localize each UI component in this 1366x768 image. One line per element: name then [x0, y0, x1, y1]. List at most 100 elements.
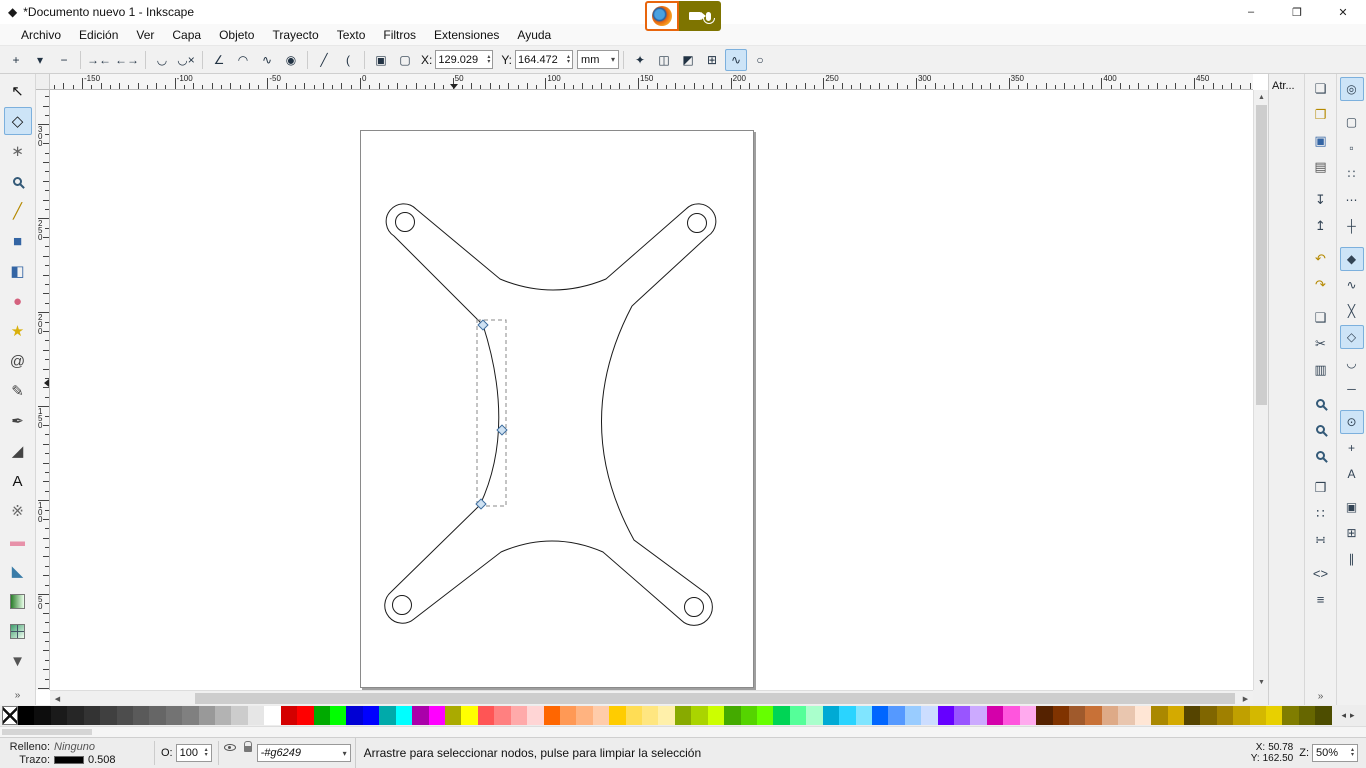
show-bezier-handles[interactable]: ∿: [725, 48, 748, 71]
palette-swatch-7[interactable]: [132, 706, 150, 725]
palette-swatch-6[interactable]: [116, 706, 133, 725]
palette-left-arrow[interactable]: ◂: [1341, 710, 1346, 721]
palette-swatch-21[interactable]: [362, 706, 380, 725]
layer-selector[interactable]: -#g6249 ▾: [256, 744, 351, 762]
palette-swatch-59[interactable]: [986, 706, 1004, 725]
palette-scroll-thumb[interactable]: [2, 729, 92, 735]
text-tool[interactable]: A: [4, 467, 32, 495]
minimize-button[interactable]: –: [1228, 0, 1274, 24]
unlink-clone[interactable]: ∺: [1309, 528, 1333, 552]
unit-selector[interactable]: mm ▾: [577, 50, 620, 69]
palette-swatch-9[interactable]: [165, 706, 183, 725]
menu-capa[interactable]: Capa: [163, 24, 210, 45]
firefox-button[interactable]: [645, 1, 679, 31]
rectangle-tool[interactable]: ■: [4, 227, 32, 255]
bracket-hole[interactable]: [395, 212, 415, 232]
opacity-spinner[interactable]: ▴ ▾: [205, 747, 208, 758]
palette-swatch-3[interactable]: [67, 706, 84, 725]
palette-swatch-40[interactable]: [674, 706, 692, 725]
pencil-tool[interactable]: ✎: [4, 377, 32, 405]
palette-swatch-25[interactable]: [428, 706, 445, 725]
next-lpe-param[interactable]: ✦: [629, 49, 651, 71]
palette-swatch-43[interactable]: [724, 706, 741, 725]
snap-cusp-nodes[interactable]: ◇: [1339, 325, 1364, 349]
node-selection-overlay[interactable]: [475, 319, 508, 510]
dropper-tool[interactable]: ▼: [4, 647, 32, 675]
tweak-tool[interactable]: ∗: [4, 137, 32, 165]
palette-swatch-17[interactable]: [297, 706, 314, 725]
undo[interactable]: ↶: [1309, 247, 1333, 271]
palette-swatch-75[interactable]: [1249, 706, 1267, 725]
menu-ver[interactable]: Ver: [127, 24, 163, 45]
palette-swatch-60[interactable]: [1003, 706, 1020, 725]
snap-text-baseline[interactable]: A: [1340, 462, 1364, 486]
palette-swatch-31[interactable]: [527, 706, 544, 725]
palette-swatch-58[interactable]: [970, 706, 987, 725]
canvas[interactable]: [50, 90, 1253, 690]
vertical-scrollbar[interactable]: ▲ ▼: [1253, 90, 1268, 690]
palette-swatch-57[interactable]: [954, 706, 971, 725]
palette-swatch-38[interactable]: [642, 706, 659, 725]
palette-swatch-37[interactable]: [625, 706, 643, 725]
palette-swatch-55[interactable]: [921, 706, 938, 725]
segment-to-line[interactable]: ╱: [313, 49, 335, 71]
menu-objeto[interactable]: Objeto: [210, 24, 263, 45]
palette-swatch-13[interactable]: [231, 706, 248, 725]
palette-swatch-2[interactable]: [50, 706, 68, 725]
palette-swatch-35[interactable]: [592, 706, 610, 725]
palette-swatch-65[interactable]: [1085, 706, 1102, 725]
snap-bbox-centers[interactable]: ┼: [1340, 214, 1364, 238]
palette-swatch-0[interactable]: [18, 706, 35, 725]
zoom-to-page[interactable]: [1309, 443, 1333, 467]
palette-swatch-64[interactable]: [1069, 706, 1086, 725]
palette-swatch-32[interactable]: [543, 706, 560, 725]
palette-swatch-18[interactable]: [313, 706, 331, 725]
opacity-input[interactable]: 100 ▴ ▾: [175, 744, 212, 762]
join-with-segment[interactable]: ◡: [151, 49, 173, 71]
menu-filtros[interactable]: Filtros: [374, 24, 425, 45]
snap-line-midpoints[interactable]: ─: [1340, 377, 1364, 401]
calligraphy-tool[interactable]: ◢: [4, 437, 32, 465]
palette-swatch-78[interactable]: [1298, 706, 1316, 725]
snap-toggle[interactable]: ◎: [1339, 77, 1364, 101]
snap-path-intersections[interactable]: ╳: [1340, 299, 1364, 323]
star-tool[interactable]: ★: [4, 317, 32, 345]
print-document[interactable]: ▤: [1309, 155, 1333, 179]
zoom-tool[interactable]: [4, 167, 32, 195]
palette-swatch-63[interactable]: [1052, 706, 1069, 725]
snap-guides[interactable]: ∥: [1340, 547, 1364, 571]
zoom-input[interactable]: 50% ▴ ▾: [1312, 744, 1358, 762]
horizontal-ruler[interactable]: -150 -100 -50 0 50 100 150 200 250 300 350 400 450: [50, 74, 1253, 90]
align-distribute[interactable]: ≡: [1309, 587, 1333, 611]
xml-editor[interactable]: <>: [1309, 561, 1333, 585]
palette-swatch-73[interactable]: [1216, 706, 1234, 725]
delete-segment[interactable]: ◡×: [175, 49, 197, 71]
bezier-tool[interactable]: ✒: [4, 407, 32, 435]
palette-swatch-11[interactable]: [198, 706, 216, 725]
snap-page-border[interactable]: ▣: [1340, 495, 1364, 519]
palette-swatch-12[interactable]: [215, 706, 232, 725]
save-document[interactable]: ▣: [1309, 129, 1333, 153]
palette-swatch-19[interactable]: [330, 706, 347, 725]
palette-swatch-79[interactable]: [1315, 706, 1332, 725]
snap-smooth-nodes[interactable]: ◡: [1340, 351, 1364, 375]
palette-swatch-16[interactable]: [280, 706, 298, 725]
vertical-scroll-thumb[interactable]: [1256, 105, 1267, 405]
insert-node-menu[interactable]: ▾: [29, 49, 51, 71]
palette-swatch-56[interactable]: [937, 706, 955, 725]
palette-swatch-72[interactable]: [1200, 706, 1217, 725]
layer-lock-toggle[interactable]: [239, 738, 257, 756]
bracket-hole[interactable]: [687, 213, 707, 233]
palette-swatch-70[interactable]: [1167, 706, 1184, 725]
node-tool[interactable]: ◇: [3, 107, 32, 135]
snap-bbox[interactable]: ▢: [1340, 110, 1364, 134]
snap-rotation-centers[interactable]: +: [1340, 436, 1364, 460]
mesh-tool[interactable]: [4, 617, 32, 645]
palette-swatch-74[interactable]: [1233, 706, 1250, 725]
palette-swatch-22[interactable]: [379, 706, 396, 725]
menu-trayecto[interactable]: Trayecto: [263, 24, 327, 45]
palette-swatch-10[interactable]: [182, 706, 199, 725]
zoom-to-drawing[interactable]: [1309, 417, 1333, 441]
palette-swatch-51[interactable]: [855, 706, 872, 725]
menu-ayuda[interactable]: Ayuda: [508, 24, 560, 45]
